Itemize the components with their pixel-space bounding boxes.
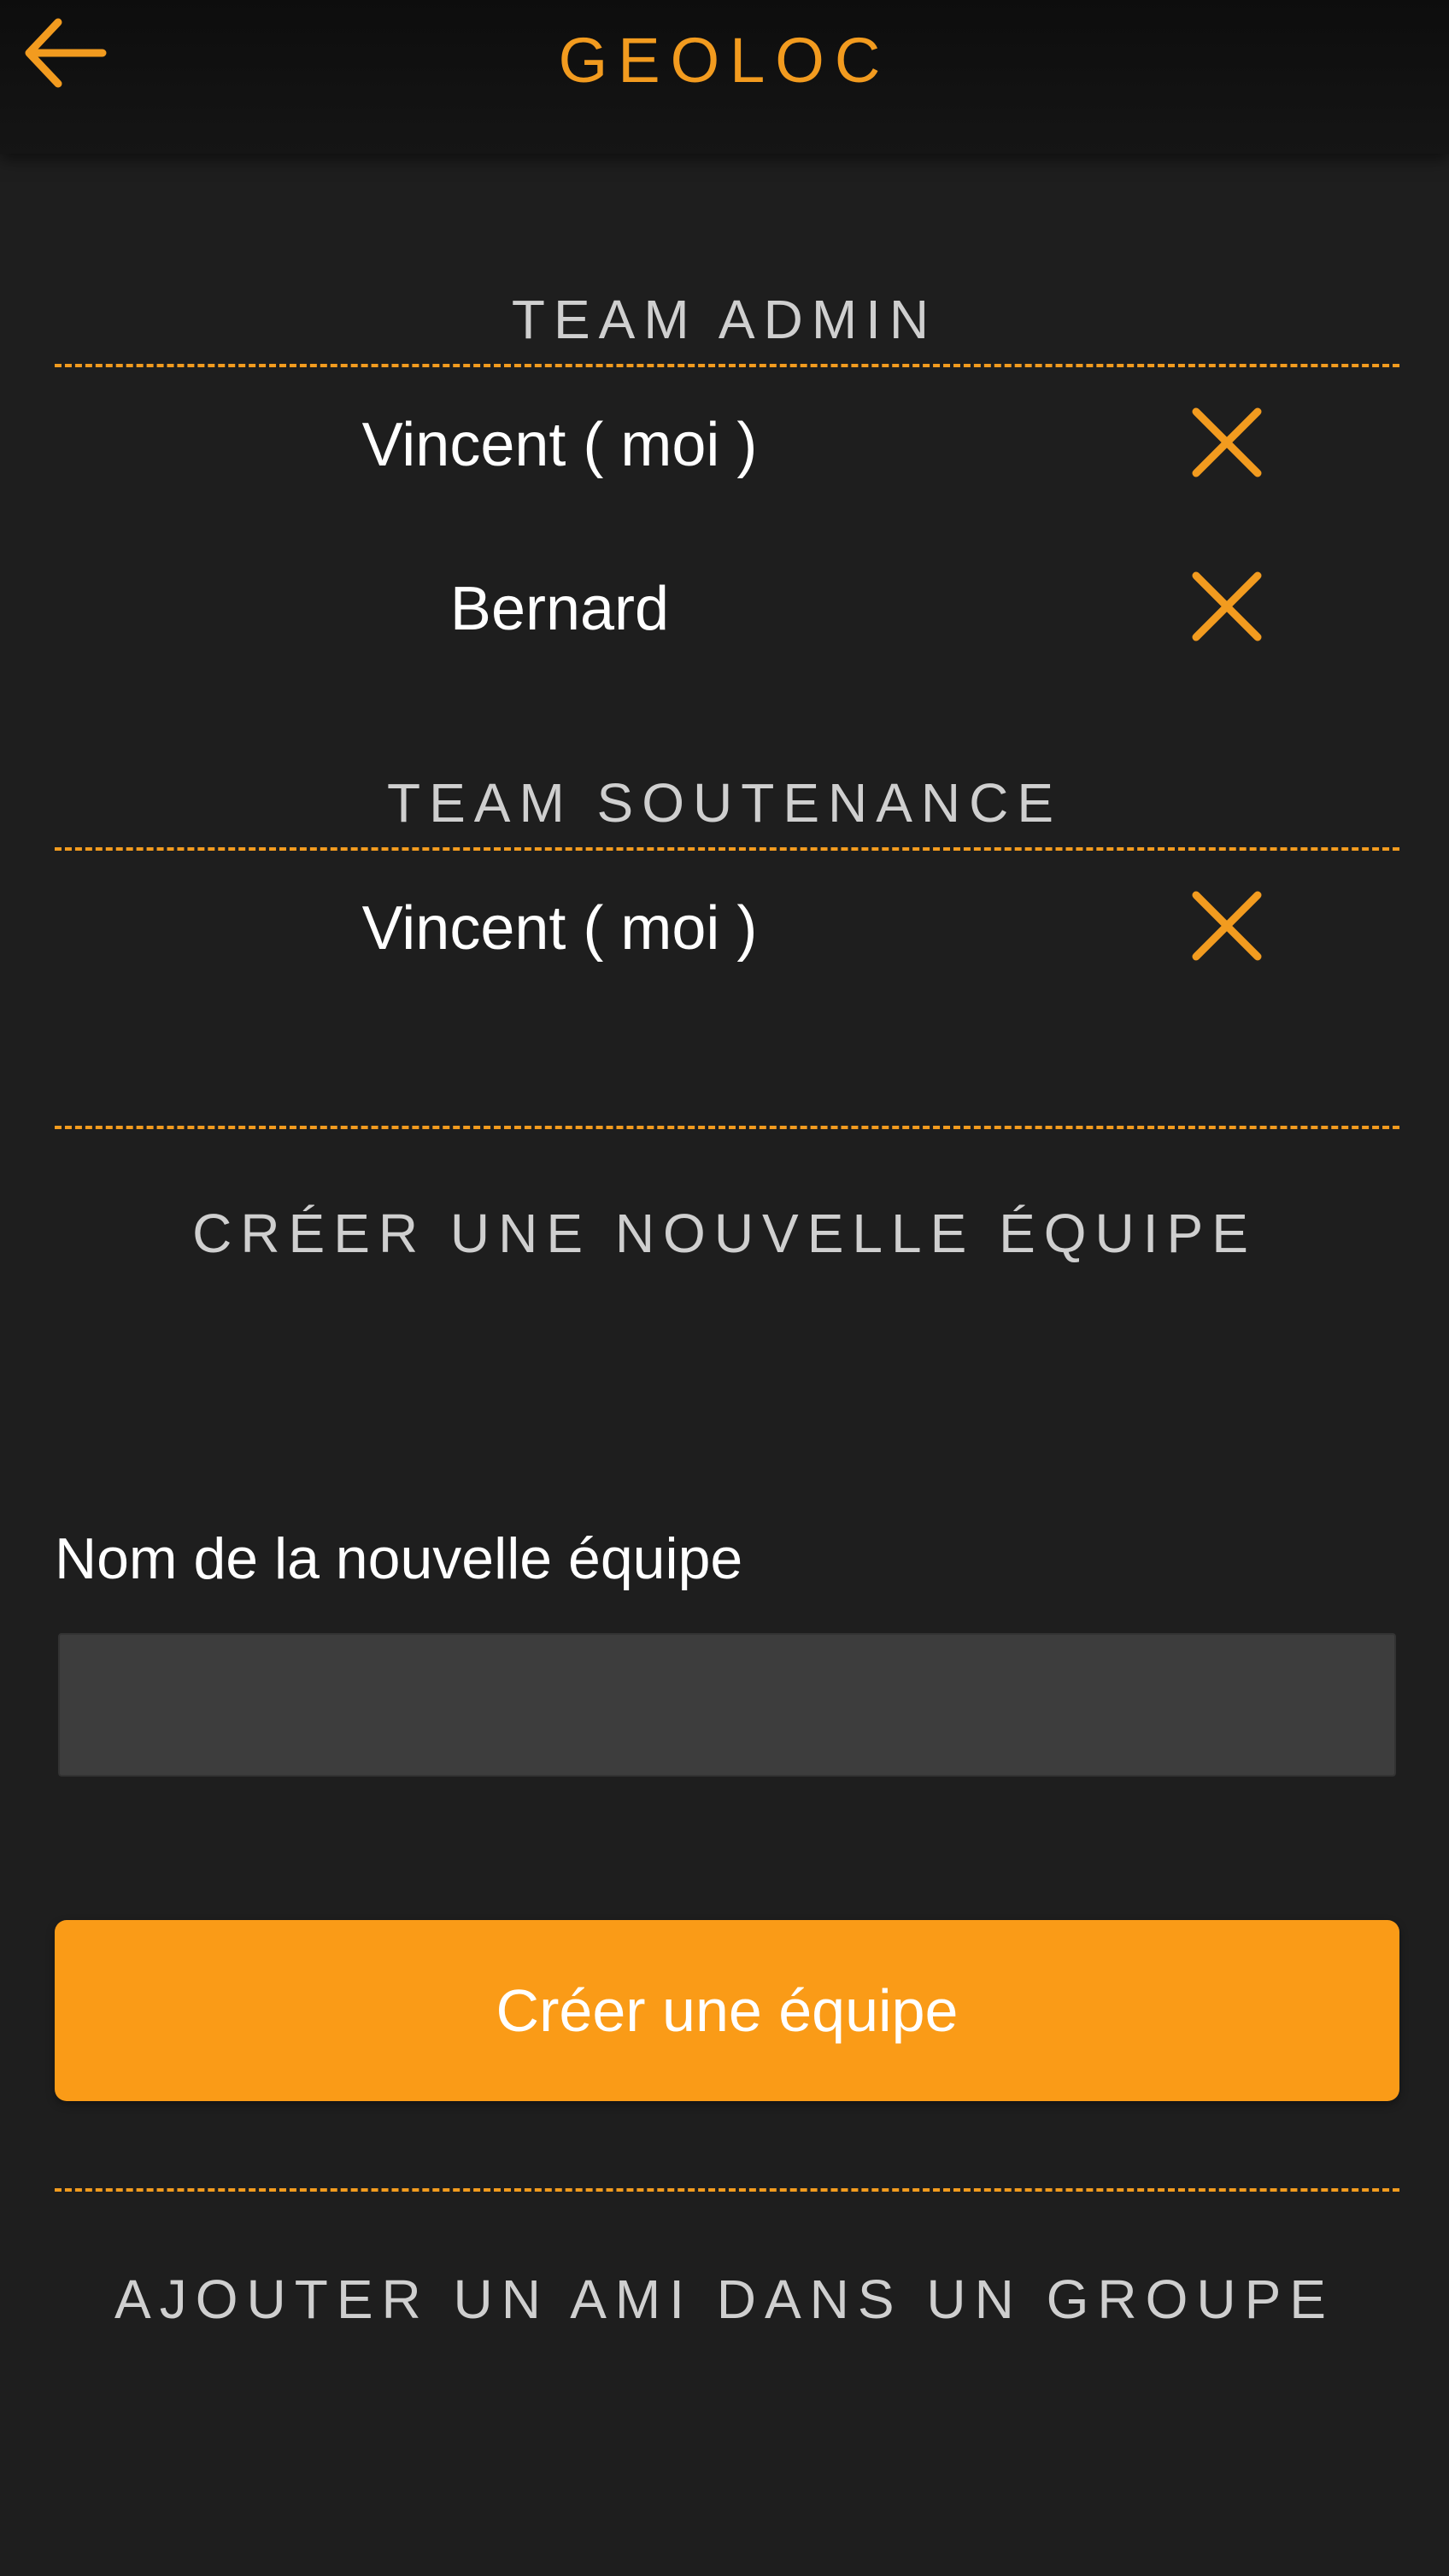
create-team-button[interactable]: Créer une équipe — [55, 1920, 1399, 2101]
team-heading-admin: TEAM ADMIN — [511, 289, 938, 350]
close-icon — [1192, 571, 1262, 641]
create-team-heading: CRÉER UNE NOUVELLE ÉQUIPE — [192, 1203, 1257, 1264]
team-member-name: Vincent ( moi ) — [361, 411, 758, 479]
section-divider — [55, 2188, 1399, 2192]
team-member-name: Vincent ( moi ) — [361, 894, 758, 963]
team-member-name: Bernard — [449, 575, 670, 643]
section-divider — [55, 1126, 1399, 1129]
app-title: GEOLOC — [558, 25, 891, 96]
section-divider — [55, 364, 1399, 367]
section-divider — [55, 847, 1399, 851]
close-icon — [1192, 407, 1262, 477]
remove-member-button[interactable] — [1184, 400, 1270, 485]
close-icon — [1192, 891, 1262, 961]
top-app-bar: GEOLOC — [0, 0, 1449, 154]
remove-member-button[interactable] — [1184, 564, 1270, 649]
team-heading-soutenance: TEAM SOUTENANCE — [386, 772, 1063, 834]
team-name-input[interactable] — [58, 1633, 1396, 1777]
add-friend-heading[interactable]: AJOUTER UN AMI DANS UN GROUPE — [0, 2265, 1449, 2333]
remove-member-button[interactable] — [1184, 883, 1270, 969]
team-name-label: Nom de la nouvelle équipe — [55, 1526, 743, 1591]
